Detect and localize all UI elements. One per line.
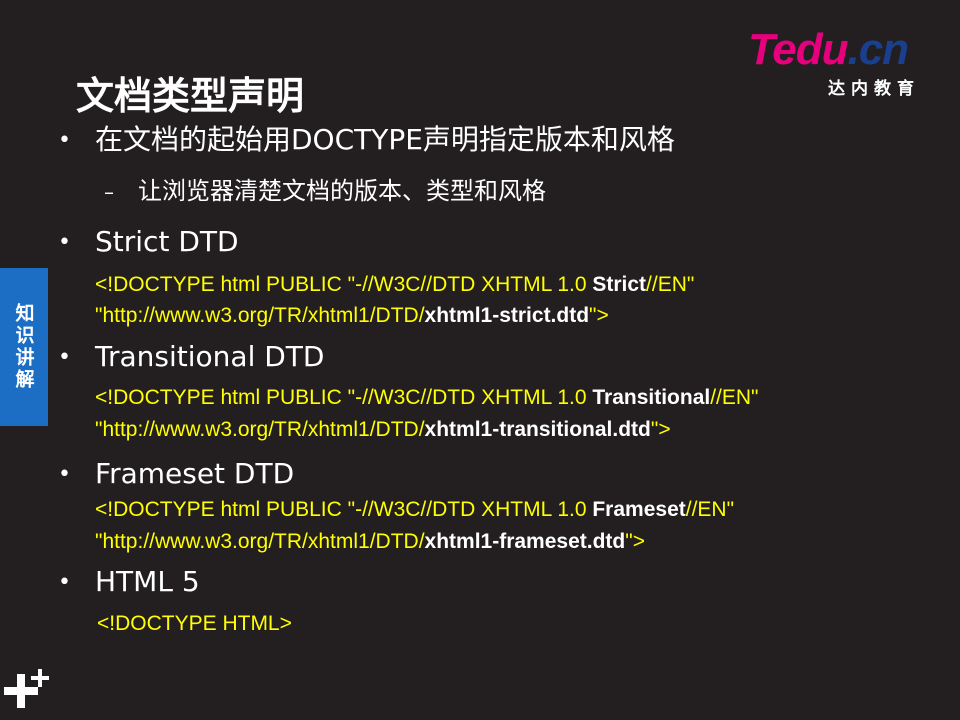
tedu-logo: Tedu.cn 达内教育 xyxy=(748,24,938,104)
code-line-frameset-2: "http://www.w3.org/TR/xhtml1/DTD/xhtml1-… xyxy=(95,530,645,553)
plus-small-icon xyxy=(31,669,49,687)
code-line-transitional-1: <!DOCTYPE html PUBLIC "-//W3C//DTD XHTML… xyxy=(95,386,759,409)
bullet-item-transitional: Transitional DTD xyxy=(95,340,325,373)
bullet-icon: • xyxy=(58,230,71,255)
bullet-icon: • xyxy=(58,462,71,487)
side-tab: 知识讲解 xyxy=(0,268,48,426)
bullet-item-doctype: 在文档的起始用DOCTYPE声明指定版本和风格 xyxy=(95,123,675,156)
page-title: 文档类型声明 xyxy=(76,74,305,118)
code-line-strict-1: <!DOCTYPE html PUBLIC "-//W3C//DTD XHTML… xyxy=(95,273,695,296)
side-tab-label: 知识讲解 xyxy=(12,303,35,391)
bullet-icon: • xyxy=(58,128,71,153)
logo-mark: Tedu.cn xyxy=(748,24,909,76)
logo-mark-suffix: .cn xyxy=(847,25,909,74)
logo-mark-main: Tedu xyxy=(748,25,848,74)
code-line-transitional-2: "http://www.w3.org/TR/xhtml1/DTD/xhtml1-… xyxy=(95,418,671,441)
dash-icon: – xyxy=(104,180,114,204)
bullet-item-strict: Strict DTD xyxy=(95,225,239,258)
code-line-html5: <!DOCTYPE HTML> xyxy=(97,612,292,635)
logo-subtitle: 达内教育 xyxy=(828,79,920,99)
bullet-item-frameset: Frameset DTD xyxy=(95,457,295,490)
bullet-icon: • xyxy=(58,345,71,370)
bullet-icon: • xyxy=(58,570,71,595)
code-line-strict-2: "http://www.w3.org/TR/xhtml1/DTD/xhtml1-… xyxy=(95,304,609,327)
sub-item-doctype: 让浏览器清楚文档的版本、类型和风格 xyxy=(138,177,546,205)
bullet-item-html5: HTML 5 xyxy=(95,565,200,598)
code-line-frameset-1: <!DOCTYPE html PUBLIC "-//W3C//DTD XHTML… xyxy=(95,498,735,521)
